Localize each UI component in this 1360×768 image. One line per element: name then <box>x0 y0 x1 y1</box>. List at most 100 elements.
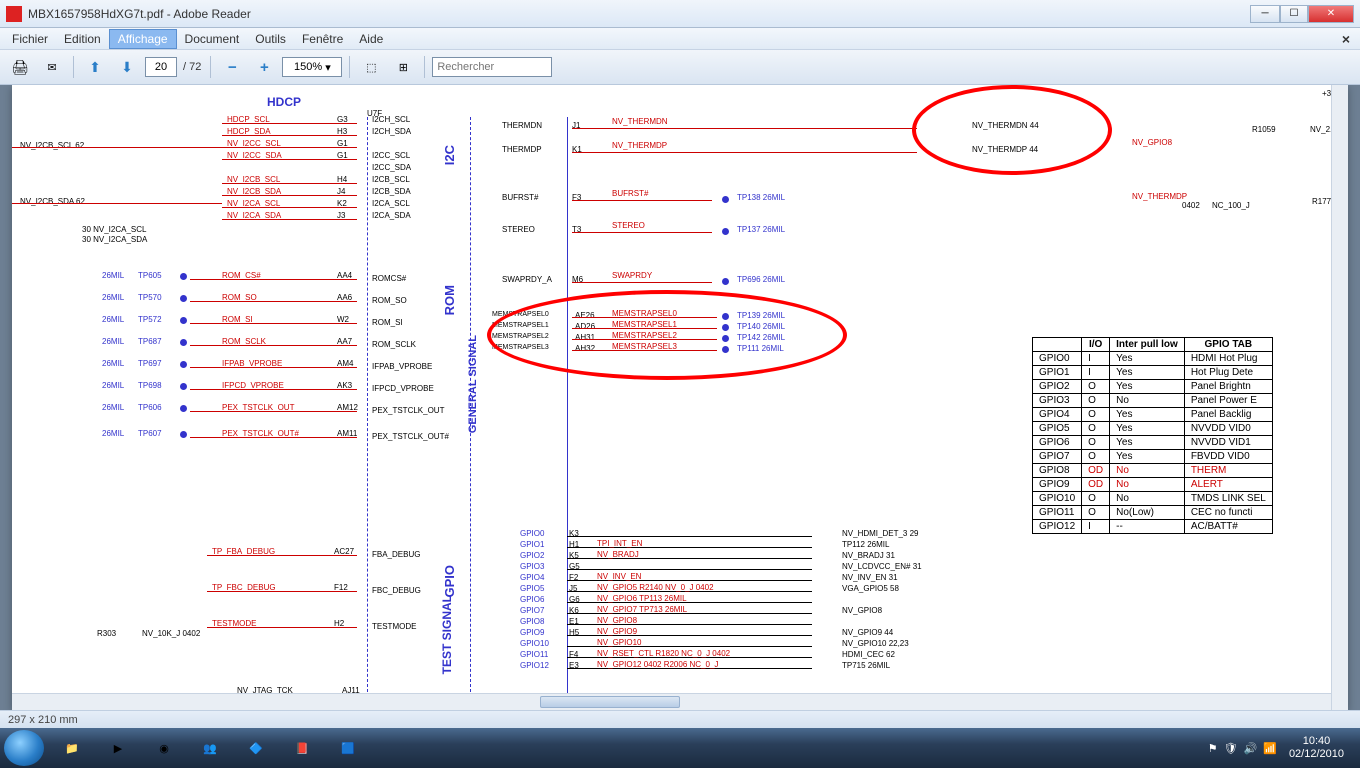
net: TPI_INT_EN <box>597 539 642 548</box>
cell: Yes <box>1110 408 1185 422</box>
tray-icon[interactable]: 🔊 <box>1244 742 1258 755</box>
clock[interactable]: 10:40 02/12/2010 <box>1283 735 1350 761</box>
taskbar: 📁 ▶ ◉ 👥 🔷 📕 🟦 ⚑ 🛡 🔊 📶 10:40 02/12/2010 <box>0 728 1360 768</box>
task-wmp[interactable]: ▶ <box>96 730 140 766</box>
cell: O <box>1082 436 1110 450</box>
page-down-button[interactable] <box>113 55 141 79</box>
fit-page-button[interactable]: ⊞ <box>389 55 417 79</box>
task-msn[interactable]: 👥 <box>188 730 232 766</box>
cell: THERM <box>1184 464 1272 478</box>
tp-ref: TP572 <box>138 315 162 324</box>
zoom-level[interactable]: 150% ▾ <box>282 57 342 77</box>
h-scrollbar[interactable] <box>12 693 1331 710</box>
menu-affichage[interactable]: Affichage <box>109 29 177 49</box>
close-button[interactable]: ✕ <box>1308 5 1354 23</box>
net-left-3: 30 NV_I2CA_SDA <box>82 235 147 244</box>
tp-ref: TP696 26MIL <box>737 275 785 284</box>
search-input[interactable] <box>432 57 552 77</box>
net: BUFRST# <box>612 189 648 198</box>
cell: HDMI Hot Plug <box>1184 352 1272 366</box>
menu-fenetre[interactable]: Fenêtre <box>294 30 351 48</box>
table-row: GPIO4 O Yes Panel Backlig <box>1033 408 1273 422</box>
cell: Yes <box>1110 352 1185 366</box>
zoom-in-button[interactable] <box>250 55 278 79</box>
r303: R303 <box>97 629 116 638</box>
pin: AK3 <box>337 381 352 390</box>
cell: GPIO7 <box>1033 450 1082 464</box>
menu-aide[interactable]: Aide <box>351 30 391 48</box>
test-point-icon <box>722 228 729 235</box>
wire <box>190 437 357 438</box>
cell: GPIO9 <box>1033 478 1082 492</box>
task-reader[interactable]: 📕 <box>280 730 324 766</box>
net: NV_GPIO9 <box>597 627 637 636</box>
cell: NVVDD VID0 <box>1184 422 1272 436</box>
page-up-button[interactable] <box>81 55 109 79</box>
gpio-func: GPIO4 <box>520 573 544 582</box>
gpio-func: GPIO6 <box>520 595 544 604</box>
tray-icon[interactable]: 📶 <box>1263 742 1277 755</box>
menu-edition[interactable]: Edition <box>56 30 109 48</box>
net: NV_GPIO5 R2140 NV_0_J 0402 <box>597 583 714 592</box>
system-tray[interactable]: ⚑ 🛡 🔊 📶 10:40 02/12/2010 <box>1208 735 1356 761</box>
start-button[interactable] <box>4 730 44 766</box>
task-chrome[interactable]: ◉ <box>142 730 186 766</box>
h-scrollbar-thumb[interactable] <box>540 696 680 708</box>
tray-icon[interactable]: ⚑ <box>1208 742 1218 755</box>
pin: AA4 <box>337 271 352 280</box>
tray-icon[interactable]: 🛡 <box>1224 742 1238 755</box>
tp-ref: TP607 <box>138 429 162 438</box>
offpage: NV_BRADJ 31 <box>842 551 895 560</box>
net: NV_GPIO8 <box>597 616 637 625</box>
separator <box>349 56 350 78</box>
nv10k: NV_10K_J 0402 <box>142 629 200 638</box>
gpio-table: I/O Inter pull low GPIO TAB GPIO0 I Yes … <box>1032 337 1273 534</box>
task-explorer[interactable]: 📁 <box>50 730 94 766</box>
offpage: NV_GPIO10 22,23 <box>842 639 909 648</box>
page-number-input[interactable] <box>145 57 177 77</box>
menu-document[interactable]: Document <box>177 30 248 48</box>
cell: Panel Power E <box>1184 394 1272 408</box>
pin-func: I2CB_SDA <box>372 187 411 196</box>
test-point-icon <box>722 278 729 285</box>
clock-time: 10:40 <box>1289 735 1344 748</box>
tp-mil: 26MIL <box>102 359 124 368</box>
toolbar: ✉ / 72 150% ▾ ⬚ ⊞ <box>0 50 1360 85</box>
cell: GPIO10 <box>1033 492 1082 506</box>
task-app2[interactable]: 🟦 <box>326 730 370 766</box>
v-scrollbar[interactable] <box>1331 85 1348 710</box>
pin: W2 <box>337 315 349 324</box>
print-button[interactable] <box>6 55 34 79</box>
net-left-0: NV_I2CB_SCL 62 <box>20 141 84 150</box>
wire <box>12 203 222 204</box>
cell: -- <box>1110 520 1185 534</box>
tp-ref: TP697 <box>138 359 162 368</box>
pin-func: IFPCD_VPROBE <box>372 384 434 393</box>
maximize-button[interactable]: ☐ <box>1280 5 1308 23</box>
gpio-th-3: GPIO TAB <box>1184 338 1272 352</box>
mail-button[interactable]: ✉ <box>38 55 66 79</box>
func: THERMDP <box>502 145 542 154</box>
cell: Panel Brightn <box>1184 380 1272 394</box>
wire <box>572 282 712 283</box>
gen-label: GENERAL SIGNAL <box>467 335 479 433</box>
tp-mil: 26MIL <box>102 315 124 324</box>
menu-outils[interactable]: Outils <box>247 30 294 48</box>
tp-ref: TP687 <box>138 337 162 346</box>
gpio-func: GPIO7 <box>520 606 544 615</box>
tp-ref: TP606 <box>138 403 162 412</box>
doc-close-button[interactable]: × <box>1336 31 1356 47</box>
task-app1[interactable]: 🔷 <box>234 730 278 766</box>
table-row: GPIO2 O Yes Panel Brightn <box>1033 380 1273 394</box>
table-row: GPIO6 O Yes NVVDD VID1 <box>1033 436 1273 450</box>
r1059: R1059 <box>1252 125 1276 134</box>
menu-fichier[interactable]: Fichier <box>4 30 56 48</box>
zoom-out-button[interactable] <box>218 55 246 79</box>
cell: Panel Backlig <box>1184 408 1272 422</box>
minimize-button[interactable]: ─ <box>1250 5 1280 23</box>
document-area[interactable]: HDCP U7F I2C ROM GENERAL SIGNAL GPIO TES… <box>0 85 1360 710</box>
net: NV_GPIO12 0402 R2006 NC_0_J <box>597 660 718 669</box>
fit-width-button[interactable]: ⬚ <box>357 55 385 79</box>
pin: AM4 <box>337 359 353 368</box>
pin: AA6 <box>337 293 352 302</box>
